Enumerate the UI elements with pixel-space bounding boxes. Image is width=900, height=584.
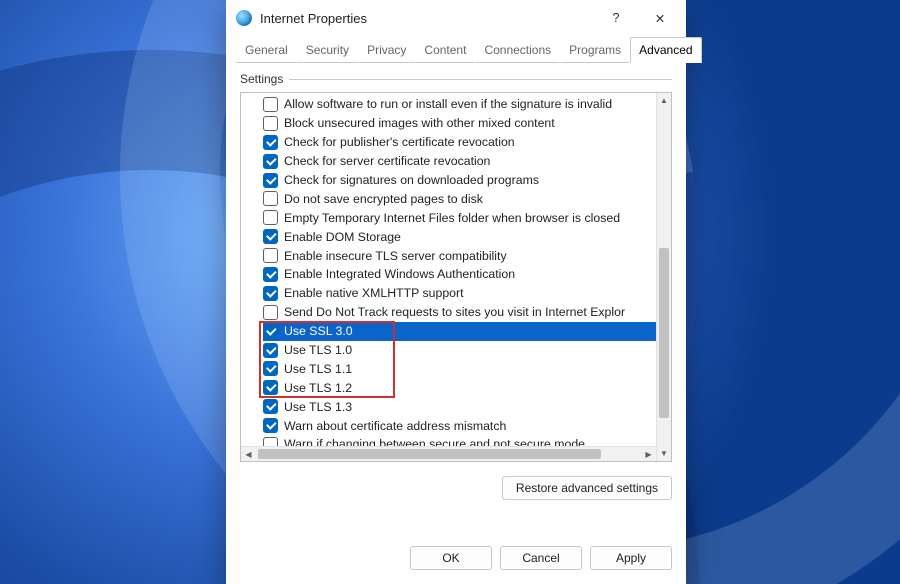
restore-advanced-settings-button[interactable]: Restore advanced settings [502, 476, 672, 500]
settings-row[interactable]: Send Do Not Track requests to sites you … [263, 303, 671, 322]
titlebar: Internet Properties ? ✕ [226, 0, 686, 36]
cancel-button[interactable]: Cancel [500, 546, 582, 570]
apply-button[interactable]: Apply [590, 546, 672, 570]
settings-row[interactable]: Use TLS 1.0 [263, 341, 671, 360]
scrollbar-track[interactable] [657, 108, 671, 446]
internet-properties-dialog: Internet Properties ? ✕ GeneralSecurityP… [226, 0, 686, 584]
tab-security[interactable]: Security [297, 37, 358, 63]
settings-row-label: Empty Temporary Internet Files folder wh… [284, 211, 620, 225]
tab-privacy[interactable]: Privacy [358, 37, 415, 63]
checkbox[interactable] [263, 343, 278, 358]
settings-row[interactable]: Allow software to run or install even if… [263, 95, 671, 114]
dialog-button-bar: OK Cancel Apply [226, 536, 686, 584]
settings-row-label: Block unsecured images with other mixed … [284, 116, 555, 130]
settings-row[interactable]: Check for server certificate revocation [263, 152, 671, 171]
settings-row[interactable]: Enable DOM Storage [263, 227, 671, 246]
settings-row-label: Enable insecure TLS server compatibility [284, 249, 507, 263]
scroll-left-icon[interactable]: ◀ [241, 447, 256, 461]
horizontal-scrollbar[interactable]: ◀ ▶ [241, 446, 656, 461]
checkbox[interactable] [263, 286, 278, 301]
checkbox[interactable] [263, 418, 278, 433]
close-icon: ✕ [655, 11, 665, 26]
settings-group-text: Settings [240, 72, 283, 86]
checkbox[interactable] [263, 116, 278, 131]
checkbox[interactable] [263, 154, 278, 169]
tab-advanced[interactable]: Advanced [630, 37, 701, 63]
checkbox[interactable] [263, 248, 278, 263]
settings-listbox[interactable]: Allow software to run or install even if… [240, 92, 672, 462]
settings-row[interactable]: Use SSL 3.0 [263, 322, 671, 341]
vertical-scrollbar[interactable]: ▲ ▼ [656, 93, 671, 461]
settings-row[interactable]: Check for signatures on downloaded progr… [263, 171, 671, 190]
checkbox[interactable] [263, 361, 278, 376]
ok-button[interactable]: OK [410, 546, 492, 570]
settings-row-label: Enable Integrated Windows Authentication [284, 267, 515, 281]
settings-group-label: Settings [240, 72, 672, 86]
checkbox[interactable] [263, 97, 278, 112]
settings-row-label: Use TLS 1.3 [284, 400, 352, 414]
checkbox[interactable] [263, 380, 278, 395]
settings-row[interactable]: Check for publisher's certificate revoca… [263, 133, 671, 152]
checkbox[interactable] [263, 267, 278, 282]
window-title: Internet Properties [260, 11, 594, 26]
settings-row[interactable]: Do not save encrypted pages to disk [263, 189, 671, 208]
settings-row-label: Use TLS 1.2 [284, 381, 352, 395]
settings-row[interactable]: Enable Integrated Windows Authentication [263, 265, 671, 284]
settings-row-label: Enable DOM Storage [284, 230, 401, 244]
internet-options-icon [236, 10, 252, 26]
settings-row-label: Check for server certificate revocation [284, 154, 490, 168]
h-scrollbar-thumb[interactable] [258, 449, 601, 459]
settings-row-label: Enable native XMLHTTP support [284, 286, 464, 300]
scroll-up-icon[interactable]: ▲ [657, 93, 671, 108]
settings-row[interactable]: Empty Temporary Internet Files folder wh… [263, 208, 671, 227]
tab-connections[interactable]: Connections [475, 37, 560, 63]
checkbox[interactable] [263, 305, 278, 320]
tab-content[interactable]: Content [415, 37, 475, 63]
checkbox[interactable] [263, 210, 278, 225]
tabstrip: GeneralSecurityPrivacyContentConnections… [226, 36, 686, 62]
settings-row-label: Check for publisher's certificate revoca… [284, 135, 515, 149]
dialog-body: Settings Allow software to run or instal… [226, 62, 686, 536]
settings-row-label: Allow software to run or install even if… [284, 97, 612, 111]
settings-row-label: Use TLS 1.0 [284, 343, 352, 357]
settings-row[interactable]: Enable insecure TLS server compatibility [263, 246, 671, 265]
settings-row[interactable]: Warn about certificate address mismatch [263, 416, 671, 435]
scroll-down-icon[interactable]: ▼ [657, 446, 671, 461]
settings-row[interactable]: Use TLS 1.1 [263, 359, 671, 378]
settings-row[interactable]: Use TLS 1.2 [263, 378, 671, 397]
settings-row[interactable]: Use TLS 1.3 [263, 397, 671, 416]
help-icon: ? [613, 11, 620, 25]
settings-row-label: Check for signatures on downloaded progr… [284, 173, 539, 187]
tab-general[interactable]: General [236, 37, 297, 63]
settings-row-label: Use SSL 3.0 [284, 324, 353, 338]
checkbox[interactable] [263, 324, 278, 339]
checkbox[interactable] [263, 191, 278, 206]
settings-row[interactable]: Enable native XMLHTTP support [263, 284, 671, 303]
checkbox[interactable] [263, 135, 278, 150]
checkbox[interactable] [263, 399, 278, 414]
scrollbar-thumb[interactable] [659, 248, 669, 418]
close-button[interactable]: ✕ [638, 3, 682, 33]
settings-row-label: Use TLS 1.1 [284, 362, 352, 376]
settings-list-scroll: Allow software to run or install even if… [241, 93, 671, 461]
scroll-right-icon[interactable]: ▶ [641, 447, 656, 461]
help-button[interactable]: ? [594, 3, 638, 33]
checkbox[interactable] [263, 173, 278, 188]
settings-row-label: Do not save encrypted pages to disk [284, 192, 483, 206]
settings-row-label: Warn about certificate address mismatch [284, 419, 506, 433]
tab-programs[interactable]: Programs [560, 37, 630, 63]
checkbox[interactable] [263, 229, 278, 244]
settings-row[interactable]: Block unsecured images with other mixed … [263, 114, 671, 133]
settings-row-label: Send Do Not Track requests to sites you … [284, 305, 625, 319]
